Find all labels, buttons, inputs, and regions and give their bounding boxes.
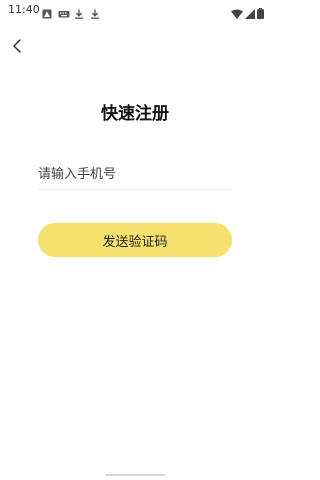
status-bar: 11:40 bbox=[0, 0, 270, 20]
back-button[interactable] bbox=[6, 36, 28, 58]
download-icon bbox=[90, 4, 100, 19]
cellular-signal-icon bbox=[245, 4, 255, 19]
keyboard-icon bbox=[58, 4, 70, 18]
phone-input[interactable] bbox=[38, 164, 228, 184]
send-code-button[interactable]: 发送验证码 bbox=[38, 223, 232, 257]
battery-icon bbox=[257, 4, 264, 19]
phone-field bbox=[38, 160, 232, 190]
photo-notification-icon bbox=[42, 4, 52, 19]
download-icon bbox=[74, 4, 84, 19]
gesture-nav-bar[interactable] bbox=[105, 474, 165, 476]
chevron-left-icon bbox=[11, 38, 23, 57]
page-title: 快速注册 bbox=[101, 104, 169, 124]
status-time: 11:40 bbox=[8, 3, 40, 16]
register-screen: 11:40 快速注册 请输入手机号 发送验证码 bbox=[0, 0, 270, 480]
wifi-icon bbox=[231, 4, 243, 19]
